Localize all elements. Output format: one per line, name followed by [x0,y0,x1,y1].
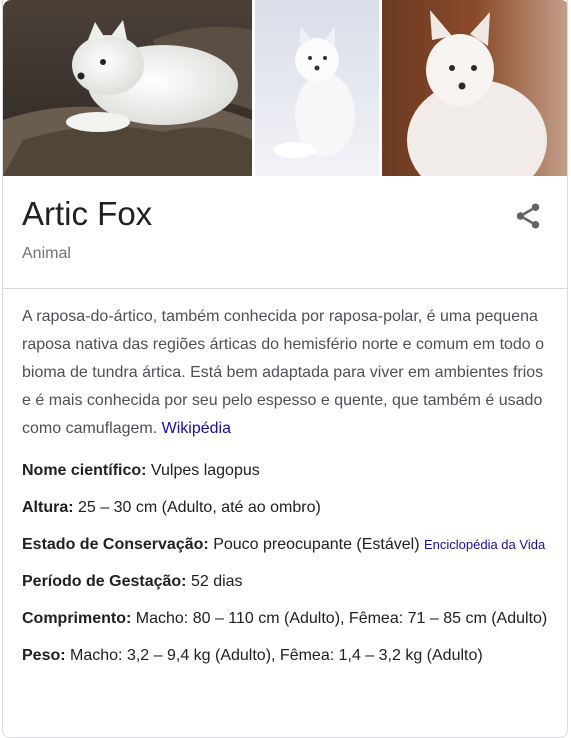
fact-label: Nome científico: [22,462,147,479]
encyclopedia-of-life-link[interactable]: Enciclopédia da Vida [424,537,545,552]
panel-header: Artic Fox Animal [3,176,567,289]
fact-value: Macho: 3,2 – 9,4 kg (Adulto), Fêmea: 1,4… [70,647,483,664]
fact-value: 52 dias [190,573,243,590]
fact-length: Comprimento: Macho: 80 – 110 cm (Adulto)… [22,605,557,633]
fox-image-3[interactable] [382,0,567,176]
description: A raposa-do-ártico, também conhecida por… [22,303,552,443]
fox-image-1[interactable] [3,0,252,176]
entity-type: Animal [22,245,71,262]
fact-conservation: Estado de Conservação: Pouco preocupante… [22,531,557,559]
page-title: Artic Fox [22,195,153,232]
fact-label: Estado de Conservação: [22,536,209,553]
wikipedia-link[interactable]: Wikipédia [162,420,231,437]
fact-value: Pouco preocupante (Estável) [213,536,420,553]
fact-scientific-name: Nome científico: Vulpes lagopus [22,457,557,485]
fact-label: Altura: [22,499,74,516]
fox-image-2[interactable] [255,0,379,176]
facts-list: Nome científico: Vulpes lagopus Altura: … [22,457,557,679]
fact-label: Peso: [22,647,66,664]
fact-height: Altura: 25 – 30 cm (Adulto, até ao ombro… [22,494,557,522]
description-text: A raposa-do-ártico, também conhecida por… [22,308,545,437]
share-button[interactable] [513,201,543,231]
share-icon [516,203,540,229]
fact-label: Período de Gestação: [22,573,187,590]
knowledge-panel: Artic Fox Animal A raposa-do-ártico, tam… [2,0,568,738]
fact-gestation: Período de Gestação: 52 dias [22,568,557,596]
fact-value: Vulpes lagopus [150,462,260,479]
fact-label: Comprimento: [22,610,132,627]
image-strip [3,0,567,177]
fact-value: Macho: 80 – 110 cm (Adulto), Fêmea: 71 –… [135,610,548,627]
fact-weight: Peso: Macho: 3,2 – 9,4 kg (Adulto), Fême… [22,642,557,670]
fact-value: 25 – 30 cm (Adulto, até ao ombro) [78,499,321,516]
